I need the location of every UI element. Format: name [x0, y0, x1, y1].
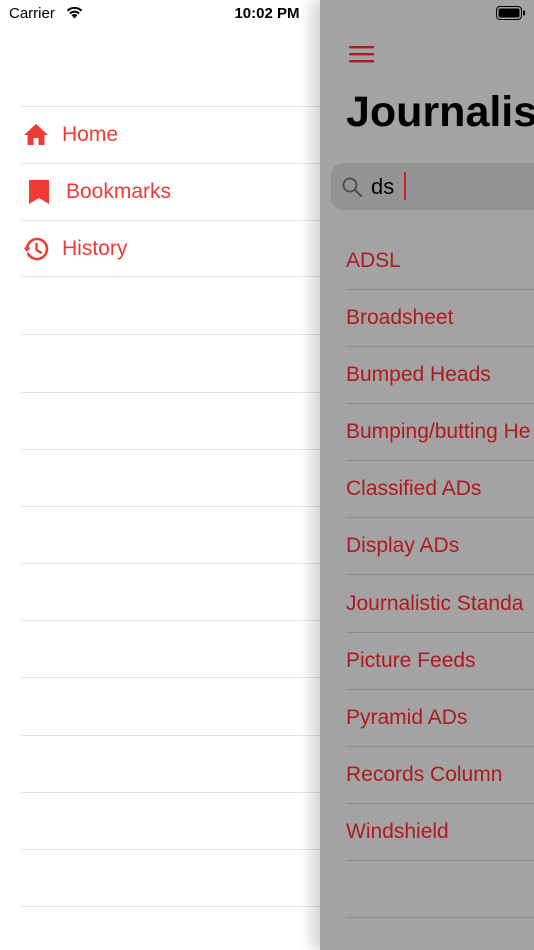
- menu-item-label: History: [62, 236, 128, 260]
- bookmark-icon: [26, 179, 52, 205]
- list-item[interactable]: Picture Feeds: [346, 633, 534, 690]
- list-item-label: Records Column: [346, 763, 503, 786]
- divider: [21, 449, 320, 450]
- search-bar[interactable]: ds: [331, 163, 534, 210]
- list-item-label: Display ADs: [346, 534, 460, 557]
- list-item-label: Bumped Heads: [346, 363, 491, 386]
- menu-item-label: Bookmarks: [66, 180, 172, 203]
- menu-item-bookmarks[interactable]: Bookmarks: [21, 163, 320, 220]
- list-item-label: Picture Feeds: [346, 649, 476, 672]
- status-bar: Carrier 10:02 PM: [0, 0, 534, 28]
- list-item[interactable]: Pyramid ADs: [346, 690, 534, 747]
- history-icon: [23, 236, 49, 262]
- divider: [21, 392, 320, 393]
- divider: [21, 906, 320, 907]
- divider: [21, 334, 320, 335]
- list-item[interactable]: Bumping/butting He: [346, 404, 534, 461]
- menu-item-history[interactable]: History: [21, 220, 320, 277]
- list-item[interactable]: ADSL: [346, 233, 534, 290]
- search-icon: [342, 177, 362, 197]
- search-input[interactable]: ds: [371, 174, 394, 200]
- list-item[interactable]: Display ADs: [346, 518, 534, 575]
- list-item[interactable]: Journalistic Standa: [346, 576, 534, 633]
- battery-icon: [496, 6, 525, 20]
- list-item[interactable]: Records Column: [346, 747, 534, 804]
- divider: [21, 792, 320, 793]
- list-item[interactable]: Broadsheet: [346, 290, 534, 347]
- page-title: Journalis: [346, 88, 534, 136]
- divider: [21, 506, 320, 507]
- list-item-label: Bumping/butting He: [346, 420, 531, 443]
- divider: [21, 677, 320, 678]
- home-icon: [23, 122, 49, 148]
- clock: 10:02 PM: [234, 5, 300, 22]
- list-item-label: Windshield: [346, 820, 449, 843]
- text-caret: [404, 172, 406, 200]
- divider: [21, 563, 320, 564]
- list-item[interactable]: Bumped Heads: [346, 347, 534, 404]
- list-item-label: Classified ADs: [346, 477, 482, 500]
- list-item-label: Journalistic Standa: [346, 592, 524, 615]
- divider: [21, 735, 320, 736]
- list-item[interactable]: Classified ADs: [346, 461, 534, 518]
- list-item-label: Pyramid ADs: [346, 706, 468, 729]
- main-panel[interactable]: Journalis ds ADSL Broadsheet Bumped Head…: [320, 0, 534, 950]
- side-menu: Home Bookmarks History: [0, 0, 320, 950]
- divider: [21, 849, 320, 850]
- list-item-label: Broadsheet: [346, 306, 454, 329]
- divider: [21, 620, 320, 621]
- list-item[interactable]: Windshield: [346, 804, 534, 861]
- hamburger-menu-icon[interactable]: [349, 44, 374, 64]
- menu-item-label: Home: [62, 123, 119, 146]
- list-item-label: ADSL: [346, 249, 401, 272]
- list-item-empty: [346, 861, 534, 918]
- menu-item-home[interactable]: Home: [21, 106, 320, 163]
